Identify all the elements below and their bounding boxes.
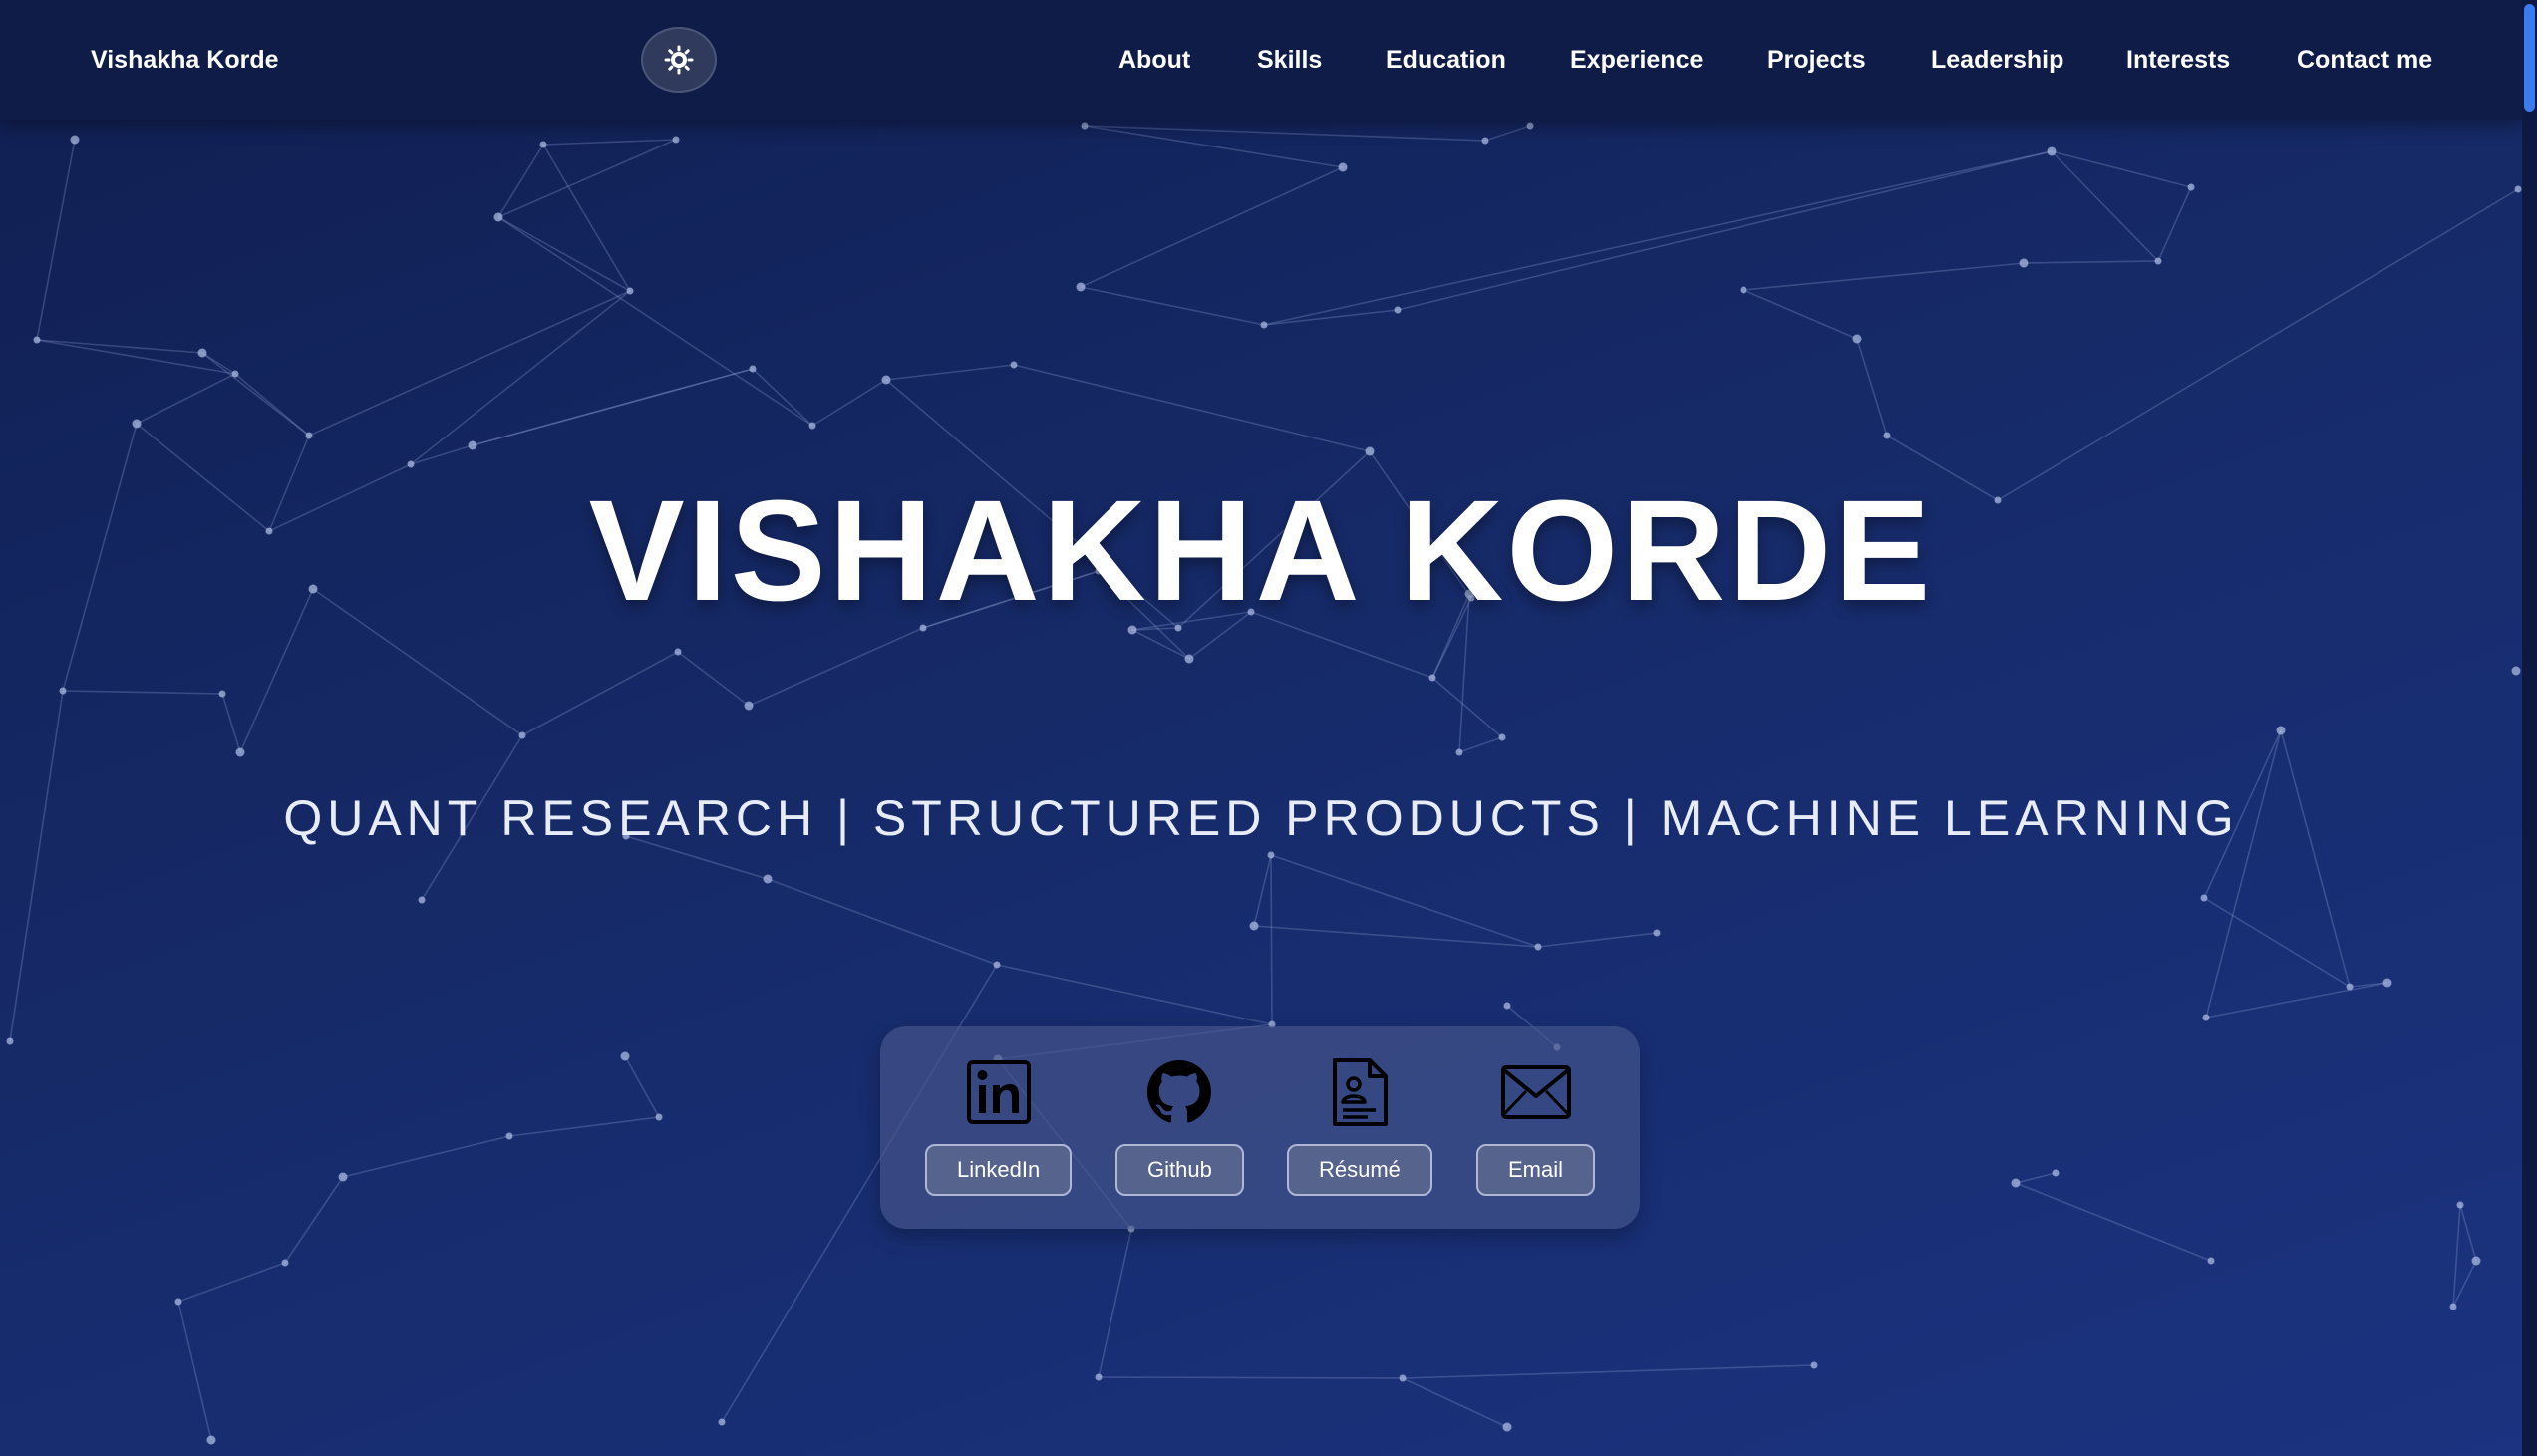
resume-link[interactable]: Résumé	[1287, 1056, 1432, 1196]
nav-link-about[interactable]: About	[1118, 0, 1190, 120]
github-button[interactable]: Github	[1115, 1144, 1244, 1196]
hero-name: VISHAKHA KORDE	[588, 470, 1934, 631]
nav-link-contact[interactable]: Contact me	[2297, 0, 2432, 120]
nav-link-skills[interactable]: Skills	[1257, 0, 1322, 120]
nav-link-experience[interactable]: Experience	[1570, 0, 1703, 120]
brand-link[interactable]: Vishakha Korde	[91, 0, 279, 120]
navbar: Vishakha Korde About Skills Education Ex…	[0, 0, 2522, 120]
page-scrollbar[interactable]	[2522, 0, 2537, 1456]
nav-link-projects[interactable]: Projects	[1767, 0, 1866, 120]
github-link[interactable]: Github	[1115, 1056, 1244, 1196]
hero-tagline: QUANT RESEARCH | STRUCTURED PRODUCTS | M…	[283, 790, 2239, 846]
nav-link-interests[interactable]: Interests	[2126, 0, 2230, 120]
resume-document-icon[interactable]	[1324, 1056, 1396, 1128]
nav-link-education[interactable]: Education	[1386, 0, 1506, 120]
scrollbar-thumb[interactable]	[2524, 4, 2535, 112]
email-link[interactable]: Email	[1476, 1056, 1596, 1196]
social-links-card: LinkedIn Github Résumé Email	[880, 1026, 1640, 1229]
linkedin-icon[interactable]	[963, 1056, 1035, 1128]
theme-toggle-button[interactable]	[641, 27, 717, 93]
particle-network-background	[6, 122, 2522, 1445]
email-button[interactable]: Email	[1476, 1144, 1596, 1196]
page: Vishakha Korde About Skills Education Ex…	[0, 0, 2537, 1456]
resume-button[interactable]: Résumé	[1287, 1144, 1432, 1196]
github-icon[interactable]	[1143, 1056, 1215, 1128]
nav-link-leadership[interactable]: Leadership	[1931, 0, 2063, 120]
sun-icon	[664, 45, 694, 75]
envelope-icon[interactable]	[1500, 1056, 1572, 1128]
linkedin-link[interactable]: LinkedIn	[925, 1056, 1073, 1196]
linkedin-button[interactable]: LinkedIn	[925, 1144, 1073, 1196]
